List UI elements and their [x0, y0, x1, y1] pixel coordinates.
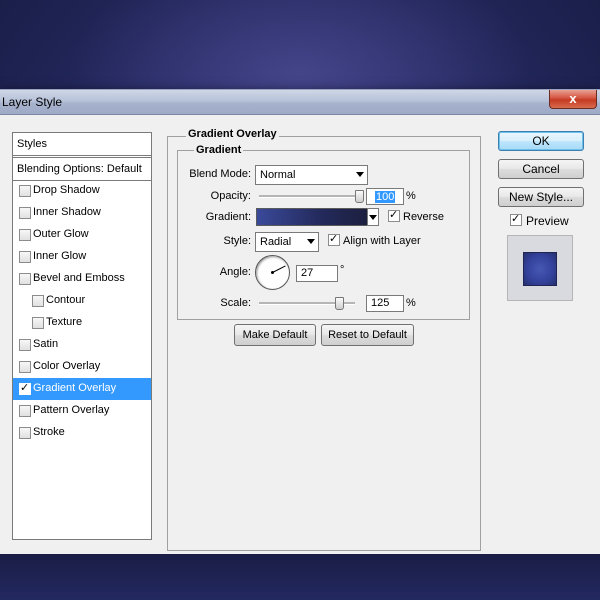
styles-header-label: Styles: [17, 138, 47, 150]
style-item-inner-glow[interactable]: Inner Glow: [13, 246, 151, 268]
scale-label: Scale:: [220, 297, 251, 309]
inner-glow-checkbox[interactable]: [19, 251, 31, 263]
opacity-label: Opacity:: [210, 190, 251, 202]
style-item-label: Color Overlay: [33, 360, 101, 372]
title-bar[interactable]: Layer Style x: [0, 90, 600, 115]
angle-unit: °: [340, 264, 345, 276]
style-item-outer-glow[interactable]: Outer Glow: [13, 224, 151, 246]
blending-options-item[interactable]: Blending Options: Default: [13, 157, 151, 181]
style-item-satin[interactable]: Satin: [13, 334, 151, 356]
style-item-label: Inner Glow: [33, 250, 87, 262]
gradient-label: Gradient:: [205, 211, 251, 223]
align-with-layer-checkbox[interactable]: [328, 232, 340, 246]
opacity-input[interactable]: 100: [366, 188, 404, 205]
reverse-checkbox[interactable]: [388, 208, 400, 222]
preview-checkbox[interactable]: [510, 212, 522, 226]
scale-input[interactable]: 125: [366, 295, 404, 312]
style-select[interactable]: Radial: [255, 232, 319, 252]
style-item-gradient-overlay[interactable]: Gradient Overlay: [13, 378, 151, 400]
preview-swatch: [523, 252, 557, 286]
style-item-label: Texture: [46, 316, 83, 328]
style-item-label: Inner Shadow: [33, 206, 101, 218]
style-item-label: Bevel and Emboss: [33, 272, 125, 284]
drop-shadow-checkbox[interactable]: [19, 185, 31, 197]
preview-label: Preview: [526, 214, 569, 228]
angle-input[interactable]: 27: [296, 265, 338, 282]
section-title: Gradient Overlay: [186, 128, 279, 140]
inner-shadow-checkbox[interactable]: [19, 207, 31, 219]
scale-unit: %: [406, 297, 416, 309]
style-item-inner-shadow[interactable]: Inner Shadow: [13, 202, 151, 224]
new-style-button[interactable]: New Style...: [498, 187, 584, 207]
align-with-layer-label: Align with Layer: [343, 235, 421, 247]
blend-mode-select[interactable]: Normal: [255, 165, 368, 185]
style-item-label: Stroke: [33, 426, 65, 438]
ok-button[interactable]: OK: [498, 131, 584, 151]
blend-mode-value: Normal: [260, 169, 296, 181]
contour-checkbox[interactable]: [32, 295, 44, 307]
style-item-drop-shadow[interactable]: Drop Shadow: [13, 180, 151, 202]
texture-checkbox[interactable]: [32, 317, 44, 329]
opacity-slider-thumb[interactable]: [355, 190, 364, 203]
style-item-label: Satin: [33, 338, 59, 350]
angle-needle-icon: [271, 265, 286, 274]
style-item-contour[interactable]: Contour: [13, 290, 151, 312]
close-button[interactable]: x: [549, 90, 597, 109]
angle-dial[interactable]: [255, 255, 290, 290]
style-item-stroke[interactable]: Stroke: [13, 422, 151, 444]
styles-list-panel: Styles Blending Options: Default Drop Sh…: [12, 132, 152, 540]
scale-value: 125: [371, 297, 390, 309]
style-item-label: Drop Shadow: [33, 184, 100, 196]
bevel-and-emboss-checkbox[interactable]: [19, 273, 31, 285]
chevron-down-icon: [369, 215, 377, 220]
angle-label: Angle:: [219, 266, 251, 278]
chevron-down-icon: [307, 239, 315, 244]
opacity-value: 100: [375, 191, 396, 203]
gradient-overlay-checkbox[interactable]: [19, 381, 31, 395]
outer-glow-checkbox[interactable]: [19, 229, 31, 241]
style-item-texture[interactable]: Texture: [13, 312, 151, 334]
style-item-label: Contour: [46, 294, 86, 306]
reset-to-default-button[interactable]: Reset to Default: [321, 324, 414, 346]
angle-value: 27: [301, 267, 314, 279]
style-item-pattern-overlay[interactable]: Pattern Overlay: [13, 400, 151, 422]
style-label: Style:: [223, 235, 251, 247]
style-item-label: Gradient Overlay: [33, 382, 117, 394]
color-overlay-checkbox[interactable]: [19, 361, 31, 373]
close-icon: x: [569, 91, 577, 106]
gradient-swatch[interactable]: [256, 208, 368, 226]
gradient-group-title: Gradient: [194, 144, 244, 156]
styles-header[interactable]: Styles: [13, 133, 151, 156]
style-item-color-overlay[interactable]: Color Overlay: [13, 356, 151, 378]
cancel-button[interactable]: Cancel: [498, 159, 584, 179]
satin-checkbox[interactable]: [19, 339, 31, 351]
style-item-bevel-and-emboss[interactable]: Bevel and Emboss: [13, 268, 151, 290]
opacity-unit: %: [406, 190, 416, 202]
pattern-overlay-checkbox[interactable]: [19, 405, 31, 417]
scale-slider-thumb[interactable]: [334, 297, 344, 310]
window-title: Layer Style: [2, 95, 63, 109]
stroke-checkbox[interactable]: [19, 427, 31, 439]
opacity-slider-track[interactable]: [259, 195, 359, 198]
chevron-down-icon: [356, 172, 364, 177]
style-item-label: Pattern Overlay: [33, 404, 110, 416]
style-value: Radial: [260, 236, 292, 248]
reverse-label: Reverse: [403, 211, 444, 223]
blending-options-label: Blending Options: Default: [17, 163, 142, 175]
gradient-dropdown[interactable]: [367, 208, 379, 226]
make-default-button[interactable]: Make Default: [234, 324, 316, 346]
style-item-label: Outer Glow: [33, 228, 89, 240]
blend-mode-label: Blend Mode:: [189, 168, 251, 180]
background-bottom: [0, 554, 600, 600]
